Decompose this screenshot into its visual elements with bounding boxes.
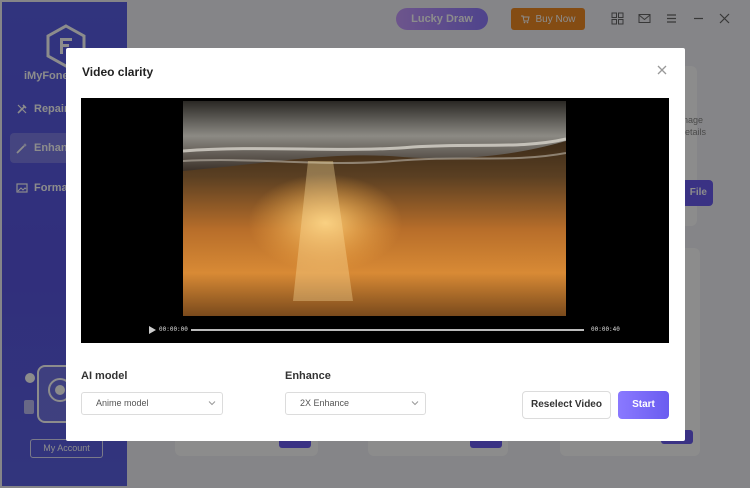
chevron-down-icon bbox=[208, 401, 216, 406]
current-time: 00:00:00 bbox=[159, 326, 188, 333]
close-icon[interactable] bbox=[655, 63, 669, 77]
reselect-video-button[interactable]: Reselect Video bbox=[522, 391, 611, 419]
ai-model-value: Anime model bbox=[96, 398, 149, 408]
video-preview bbox=[183, 101, 566, 316]
enhance-value: 2X Enhance bbox=[300, 398, 350, 408]
chevron-down-icon bbox=[411, 401, 419, 406]
player-controls: 00:00:00 00:00:40 bbox=[81, 322, 669, 338]
progress-bar[interactable] bbox=[191, 329, 584, 331]
video-clarity-dialog: Video clarity 00:00:00 00:00:40 AI model… bbox=[66, 48, 685, 441]
ai-model-label: AI model bbox=[81, 370, 128, 382]
start-button[interactable]: Start bbox=[618, 391, 669, 419]
enhance-label: Enhance bbox=[285, 370, 331, 382]
video-player[interactable]: 00:00:00 00:00:40 bbox=[81, 98, 669, 343]
enhance-select[interactable]: 2X Enhance bbox=[285, 392, 426, 415]
total-time: 00:00:40 bbox=[591, 326, 620, 333]
dialog-title: Video clarity bbox=[82, 65, 154, 79]
ai-model-select[interactable]: Anime model bbox=[81, 392, 223, 415]
play-icon[interactable] bbox=[149, 326, 156, 334]
